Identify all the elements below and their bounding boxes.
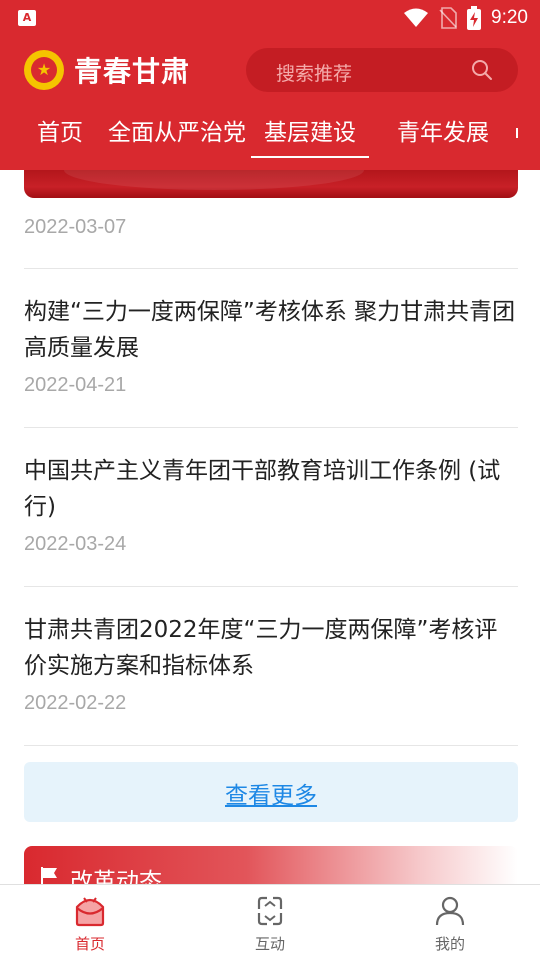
search-icon[interactable] [470,58,494,82]
article-title[interactable]: 中国共产主义青年团干部教育培训工作条例 (试行) [24,453,518,525]
article-date: 2022-03-24 [24,533,127,555]
home-icon [75,897,105,927]
article-date: 2022-04-21 [24,374,127,396]
divider [24,745,518,746]
banner-image[interactable] [24,170,518,198]
nav-profile-label: 我的 [434,935,465,953]
search-placeholder: 搜索推荐 [276,63,353,85]
search-input[interactable]: 搜索推荐 [246,48,518,92]
tab-youth-development[interactable]: 青年发展 [397,116,489,150]
battery-charging-icon [467,6,482,30]
nav-home-label: 首页 [74,935,105,953]
view-more-button[interactable]: 查看更多 [24,762,518,822]
article-date: 2022-02-22 [24,692,127,714]
status-time: 9:20 [491,7,528,28]
article-title[interactable]: 甘肃共青团2022年度“三力一度两保障”考核评价实施方案和指标体系 [24,612,518,684]
category-tabs: 首页 全面从严治党 基层建设 青年发展 [0,116,540,162]
article-date: 2022-03-07 [24,216,127,238]
list-item[interactable]: 构建“三力一度两保障”考核体系 聚力甘肃共青团高质量发展 2022-04-21 [24,269,518,427]
league-logo-icon: ★ [24,50,64,90]
article-list: 2022-03-07 构建“三力一度两保障”考核体系 聚力甘肃共青团高质量发展 … [24,198,518,746]
view-more-label[interactable]: 查看更多 [24,776,518,810]
profile-icon [435,896,465,926]
nav-interact[interactable]: 互动 [230,895,310,954]
list-item[interactable]: 甘肃共青团2022年度“三力一度两保障”考核评价实施方案和指标体系 2022-0… [24,587,518,745]
section-title: 改革动态 [70,869,162,884]
article-title[interactable]: 构建“三力一度两保障”考核体系 聚力甘肃共青团高质量发展 [24,294,518,366]
app-notification-icon: A [18,10,36,26]
reform-news-section: 改革动态 [24,846,518,884]
wifi-icon [404,8,429,27]
app-title: 青春甘肃 [74,55,191,88]
interact-icon [257,896,283,926]
bottom-nav: 首页 互动 我的 [0,884,540,961]
nav-interact-label: 互动 [254,935,285,953]
nav-profile[interactable]: 我的 [410,895,490,954]
status-bar: A 9:20 [0,0,540,36]
no-sim-icon [439,7,457,29]
nav-home[interactable]: 首页 [50,895,130,954]
tab-grassroots[interactable]: 基层建设 [251,116,369,158]
tab-home[interactable]: 首页 [37,116,83,150]
tab-party-governance[interactable]: 全面从严治党 [108,116,246,150]
app-header: ★ 青春甘肃 搜索推荐 首页 全面从严治党 基层建设 青年发展 [0,36,540,170]
list-item[interactable]: 中国共产主义青年团干部教育培训工作条例 (试行) 2022-03-24 [24,428,518,586]
more-tabs-indicator [516,128,518,138]
flag-icon [41,867,57,884]
